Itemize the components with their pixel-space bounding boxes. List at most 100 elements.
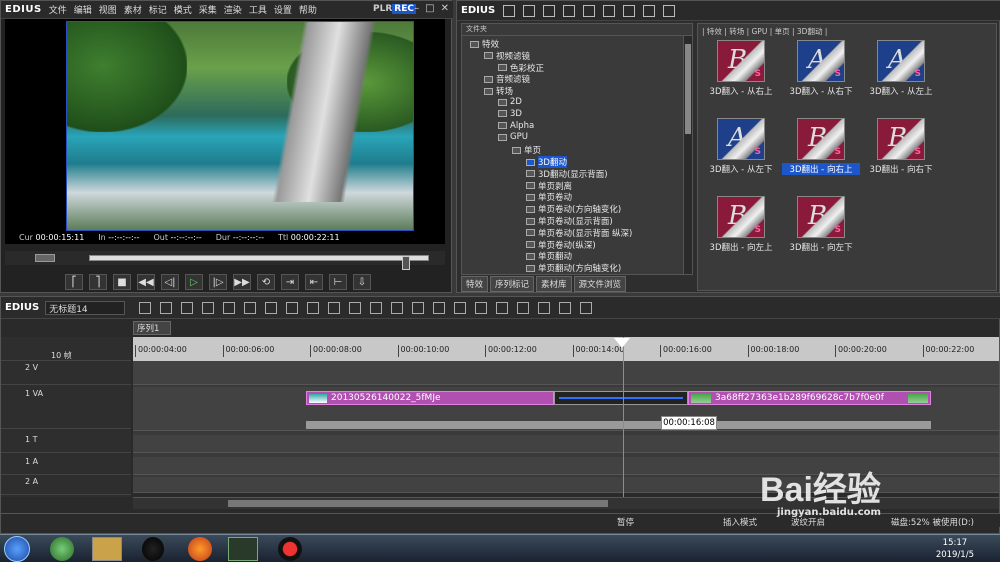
tree-node[interactable]: 视频滤镜 xyxy=(484,50,530,62)
tool-icon[interactable] xyxy=(244,301,257,314)
tree-node[interactable]: Alpha xyxy=(498,121,534,131)
set-out-icon[interactable]: ⎤ xyxy=(89,274,107,290)
tool-icon[interactable] xyxy=(202,301,215,314)
menu-file[interactable]: 文件 xyxy=(49,3,67,16)
copy-icon[interactable] xyxy=(563,4,576,17)
menu-marker[interactable]: 标记 xyxy=(149,3,167,16)
menu-view[interactable]: 视图 xyxy=(99,3,117,16)
tree-node[interactable]: 单页卷动(方向轴变化) xyxy=(526,203,621,215)
tool-icon[interactable] xyxy=(559,301,572,314)
menu-tools[interactable]: 工具 xyxy=(249,3,267,16)
loop-icon[interactable]: ⟲ xyxy=(257,274,275,290)
tool-icon[interactable] xyxy=(307,301,320,314)
video-clip[interactable]: 3a68ff27363e1b289f69628c7b7f0e0f xyxy=(688,391,931,405)
tree-scrollbar[interactable] xyxy=(683,36,692,274)
tree-node[interactable]: 单页翻动(方向轴变化) xyxy=(526,262,621,274)
tool-icon[interactable] xyxy=(412,301,425,314)
tree-node[interactable]: 单页剥离 xyxy=(526,180,572,192)
transition[interactable] xyxy=(554,391,688,405)
tree-node[interactable]: 单页 xyxy=(512,144,541,156)
tree-node[interactable]: 2D xyxy=(498,97,522,107)
tool-icon[interactable] xyxy=(265,301,278,314)
position-handle[interactable] xyxy=(402,256,410,270)
stop-icon[interactable]: ■ xyxy=(113,274,131,290)
play-icon[interactable]: ▷ xyxy=(185,274,203,290)
tree-node[interactable]: 单页卷动(显示背面) xyxy=(526,215,613,227)
tree-node[interactable]: 3D翻动 xyxy=(526,156,567,168)
tree-node[interactable]: 音频滤镜 xyxy=(484,73,530,85)
effect-thumbnail[interactable]: BS 3D翻出 - 向左上 xyxy=(702,196,780,253)
effect-thumbnail[interactable]: BS 3D翻入 - 从右上 xyxy=(702,40,780,97)
explorer-icon[interactable] xyxy=(92,537,122,561)
audio-waveform[interactable] xyxy=(306,421,931,429)
app-icon[interactable] xyxy=(50,537,74,561)
effect-thumbnail[interactable]: BS 3D翻出 - 向左下 xyxy=(782,196,860,253)
menu-clip[interactable]: 素材 xyxy=(124,3,142,16)
set-in-icon[interactable]: ⎡ xyxy=(65,274,83,290)
tree-node[interactable]: 3D xyxy=(498,109,522,119)
tree-node[interactable]: 单页卷动(纵深) xyxy=(526,239,596,251)
tool-icon[interactable] xyxy=(454,301,467,314)
playhead-marker[interactable] xyxy=(614,338,630,348)
tool-icon[interactable] xyxy=(223,301,236,314)
tool-icon[interactable] xyxy=(328,301,341,314)
lock-icon[interactable] xyxy=(663,4,676,17)
rec-label[interactable]: REC xyxy=(392,4,416,14)
up-folder-icon[interactable] xyxy=(523,4,536,17)
tool-icon[interactable] xyxy=(349,301,362,314)
tool-icon[interactable] xyxy=(286,301,299,314)
minimize-icon[interactable]: – xyxy=(414,3,419,14)
menu-settings[interactable]: 设置 xyxy=(274,3,292,16)
position-bar[interactable] xyxy=(89,255,429,270)
plr-rec-toggle[interactable]: PLR REC xyxy=(373,4,416,14)
tool-icon[interactable] xyxy=(391,301,404,314)
menu-render[interactable]: 渲染 xyxy=(224,3,242,16)
record-icon[interactable] xyxy=(278,537,302,561)
insert-icon[interactable]: ⇥ xyxy=(281,274,299,290)
tab-sequence-markers[interactable]: 序列标记 xyxy=(490,276,535,292)
fast-forward-icon[interactable]: ▶▶ xyxy=(233,274,251,290)
menu-help[interactable]: 帮助 xyxy=(299,3,317,16)
video-clip[interactable]: 20130526140022_5fMJe xyxy=(306,391,554,405)
tool-icon[interactable] xyxy=(580,301,593,314)
playhead[interactable] xyxy=(623,337,624,497)
view-icon[interactable] xyxy=(583,4,596,17)
tree-node[interactable]: 色彩校正 xyxy=(498,62,544,74)
effect-thumbnail[interactable]: BS 3D翻出 - 向右下 xyxy=(862,118,940,175)
lane-2v[interactable] xyxy=(133,361,999,385)
folder-icon[interactable] xyxy=(503,4,516,17)
tree-node[interactable]: 3D翻动(显示背面) xyxy=(526,168,608,180)
edius-icon[interactable] xyxy=(228,537,258,561)
tab-source-browser[interactable]: 源文件浏览 xyxy=(573,276,627,292)
effect-thumbnail[interactable]: AS 3D翻入 - 从右下 xyxy=(782,40,860,97)
tool-icon[interactable] xyxy=(517,301,530,314)
start-button[interactable] xyxy=(4,536,30,562)
firefox-icon[interactable] xyxy=(188,537,212,561)
tool-icon[interactable] xyxy=(475,301,488,314)
time-ruler[interactable]: 00:00:04:00 00:00:06:00 00:00:08:00 00:00:1… xyxy=(133,337,999,361)
menu-edit[interactable]: 编辑 xyxy=(74,3,92,16)
tab-effects[interactable]: 特效 xyxy=(461,276,489,292)
tool-icon[interactable] xyxy=(181,301,194,314)
clock[interactable]: 15:17 2019/1/5 xyxy=(936,537,974,561)
tree-node[interactable]: 特效 xyxy=(470,38,499,50)
close-icon[interactable]: ✕ xyxy=(441,3,449,14)
tool-icon[interactable] xyxy=(160,301,173,314)
rewind-icon[interactable]: ◀◀ xyxy=(137,274,155,290)
tab-bin[interactable]: 素材库 xyxy=(536,276,572,292)
plr-label[interactable]: PLR xyxy=(373,4,392,14)
tree-node[interactable]: 单页卷动(显示背面 纵深) xyxy=(526,227,632,239)
tree-node[interactable]: GPU xyxy=(498,132,528,142)
lane-1t[interactable] xyxy=(133,435,999,453)
lane-1va[interactable]: 20130526140022_5fMJe 3a68ff27363e1b289f6… xyxy=(133,387,999,431)
step-back-icon[interactable]: ◁| xyxy=(161,274,179,290)
new-folder-icon[interactable] xyxy=(543,4,556,17)
sequence-tab[interactable]: 序列1 xyxy=(133,321,171,335)
maximize-icon[interactable]: □ xyxy=(425,3,434,14)
grid-icon[interactable] xyxy=(643,4,656,17)
tool-icon[interactable] xyxy=(496,301,509,314)
tree-node[interactable]: 转场 xyxy=(484,85,513,97)
delete-icon[interactable] xyxy=(603,4,616,17)
effect-thumbnail[interactable]: AS 3D翻入 - 从左上 xyxy=(862,40,940,97)
tool-icon[interactable] xyxy=(139,301,152,314)
